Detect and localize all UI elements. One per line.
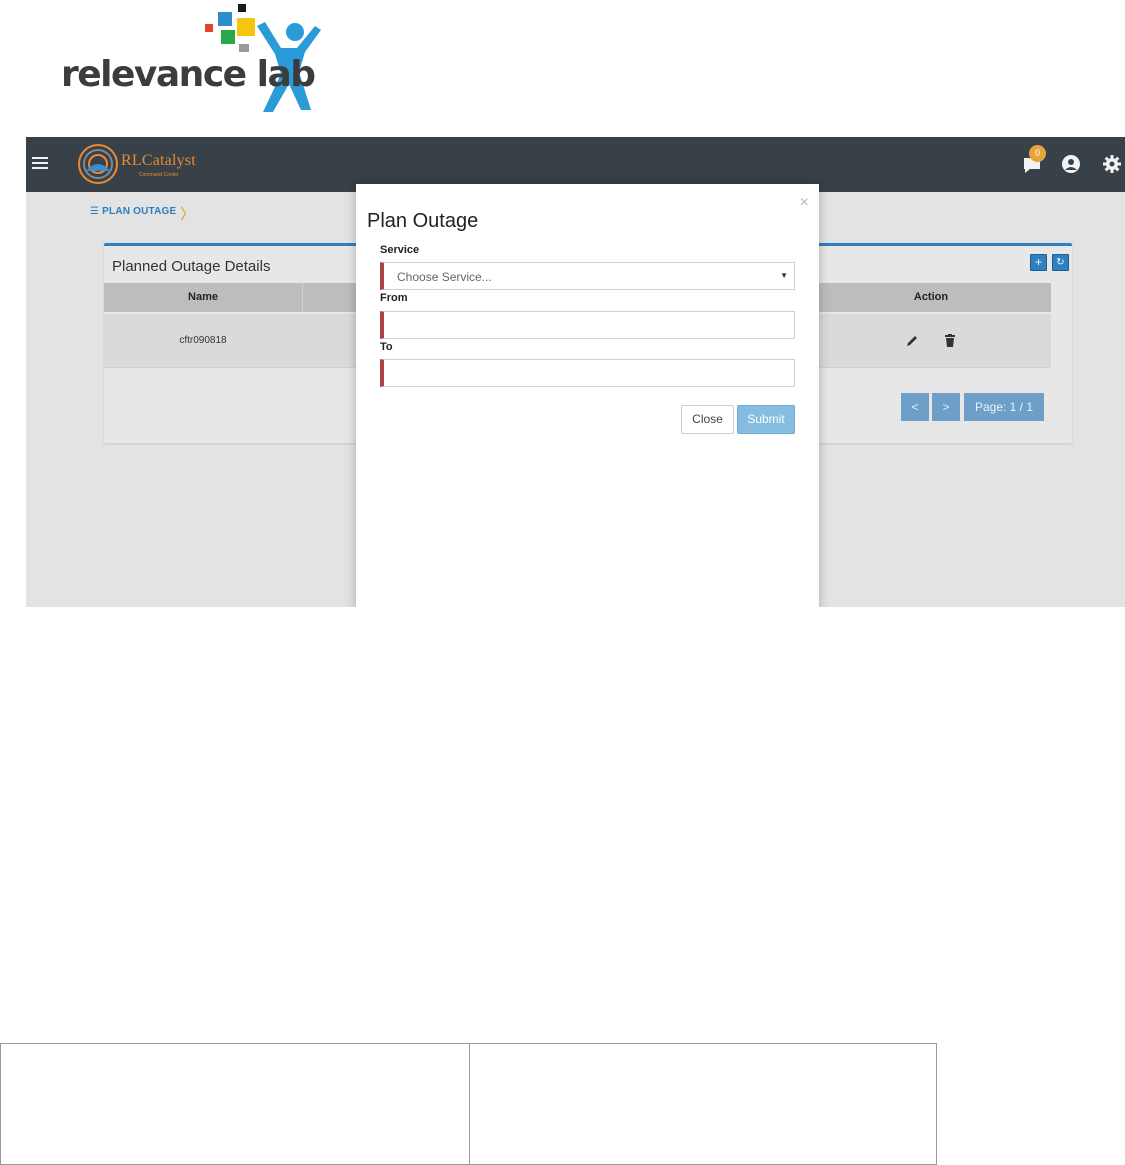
logo-square-blue [218,12,232,26]
plan-outage-modal: × Plan Outage Service Choose Service... … [356,184,819,607]
add-outage-button[interactable]: + [1030,254,1047,271]
refresh-button[interactable]: ↻ [1052,254,1069,271]
logo-text: relevance lab [61,54,316,95]
breadcrumb-label: PLAN OUTAGE [102,206,177,217]
to-date-input[interactable] [380,359,795,387]
column-divider [302,283,303,312]
brand-subtitle: Command Center [139,172,179,178]
settings-gear-icon[interactable] [1101,153,1123,175]
row-name: cftr090818 [179,335,227,346]
edit-pencil-icon[interactable] [905,334,919,348]
logo-square-green [221,30,235,44]
from-label: From [380,292,408,304]
page-indicator: Page: 1 / 1 [964,393,1044,421]
hamburger-menu-icon[interactable] [32,157,48,170]
notification-badge: 0 [1029,145,1046,162]
logo-square-black [238,4,246,12]
close-x-icon[interactable]: × [800,194,809,212]
delete-trash-icon[interactable] [944,334,956,348]
list-icon: ☰ [90,206,103,217]
empty-document-table [0,1043,937,1165]
prev-page-button[interactable]: < [901,393,929,421]
column-header-action: Action [913,291,949,303]
service-label: Service [380,244,420,256]
app-window: RLCatalyst Command Center 0 ☰ PLAN OUTAG… [26,137,1125,607]
rlcatalyst-logo-icon [78,144,118,184]
close-button[interactable]: Close [681,405,734,434]
to-label: To [380,341,393,353]
from-date-input[interactable] [380,311,795,339]
logo-square-red [205,24,213,32]
table-cell-left [1,1044,469,1164]
brand-name: RLCatalyst [121,152,196,169]
service-placeholder: Choose Service... [397,270,492,284]
relevance-lab-logo: relevance lab [55,0,325,118]
next-page-button[interactable]: > [932,393,960,421]
panel-title: Planned Outage Details [112,258,271,275]
logo-square-gray [239,44,249,52]
modal-title: Plan Outage [367,210,479,232]
service-select[interactable]: Choose Service... ▼ [380,262,795,290]
column-header-name[interactable]: Name [104,283,302,312]
breadcrumb[interactable]: ☰ PLAN OUTAGE 〉 [90,206,195,223]
table-cell-right [470,1044,937,1164]
chevron-right-icon: 〉 [180,206,196,223]
dropdown-caret-icon: ▼ [780,271,788,280]
user-account-icon[interactable] [1060,153,1082,175]
submit-button[interactable]: Submit [737,405,795,434]
